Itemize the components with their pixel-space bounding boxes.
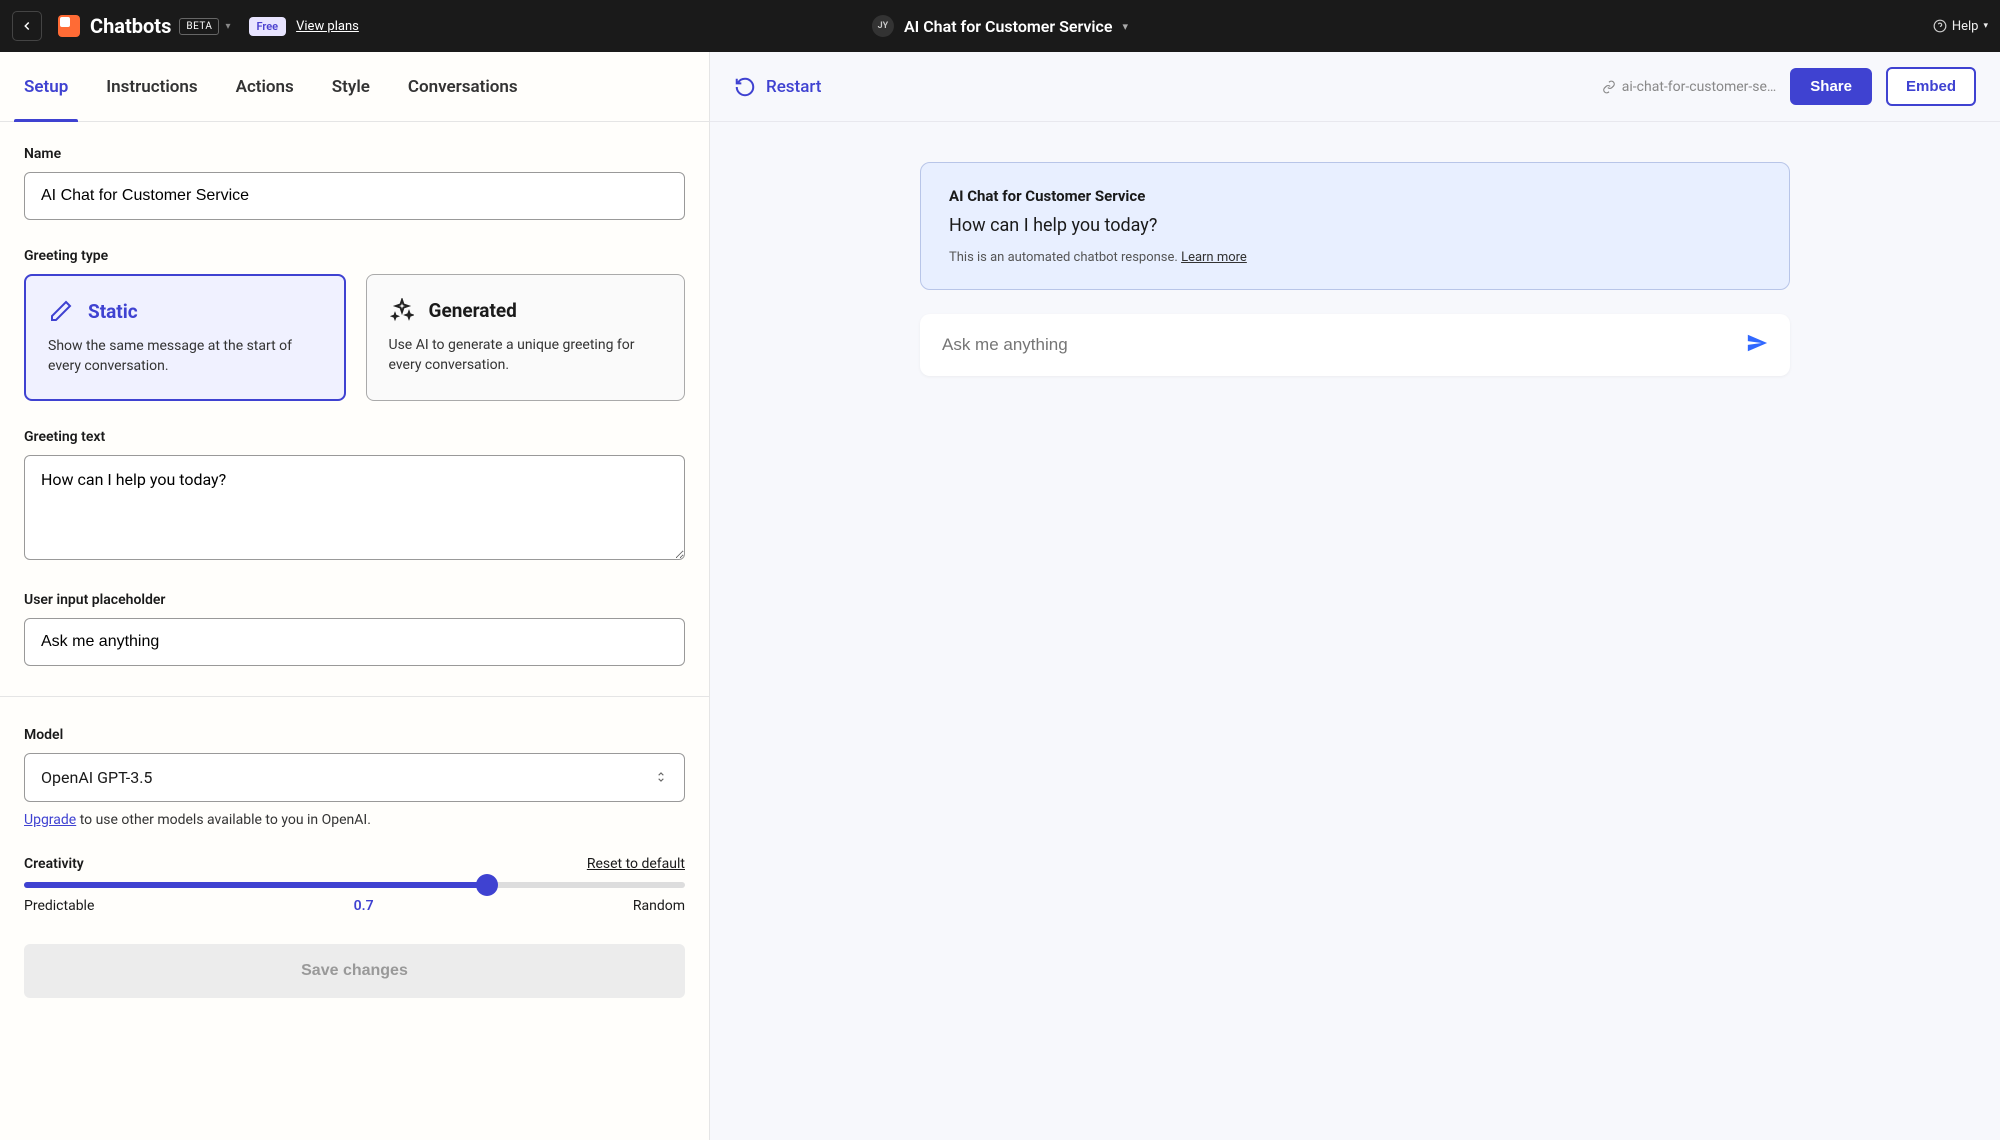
top-bar: Chatbots BETA ▾ Free View plans JY AI Ch… [0,0,2000,52]
static-card-title: Static [88,300,138,323]
placeholder-label: User input placeholder [24,592,685,608]
learn-more-link[interactable]: Learn more [1181,250,1247,265]
model-label: Model [24,727,685,743]
preview-greeting-message: How can I help you today? [949,215,1761,236]
chevron-down-icon: ▾ [1983,21,1988,31]
model-value: OpenAI GPT-3.5 [41,768,152,787]
greeting-text-input[interactable] [24,455,685,560]
select-chevron-icon [654,768,668,786]
creativity-slider[interactable] [24,882,685,888]
restart-label: Restart [766,77,821,97]
beta-badge: BETA [179,18,219,35]
slug-text: ai-chat-for-customer-se… [1622,79,1777,95]
app-logo-icon [58,15,80,37]
preview-bot-name: AI Chat for Customer Service [949,187,1761,205]
greeting-type-static-card[interactable]: Static Show the same message at the star… [24,274,346,401]
model-select[interactable]: OpenAI GPT-3.5 [24,753,685,802]
restart-button[interactable]: Restart [734,76,821,98]
preview-footer: This is an automated chatbot response. L… [949,250,1761,265]
chatbot-slug[interactable]: ai-chat-for-customer-se… [1602,79,1777,95]
preview-footer-text: This is an automated chatbot response. [949,250,1181,265]
back-button[interactable] [12,11,42,41]
tab-bar: Setup Instructions Actions Style Convers… [0,52,709,122]
chevron-down-icon[interactable]: ▾ [225,21,230,32]
help-icon [1933,19,1947,33]
greeting-preview-card: AI Chat for Customer Service How can I h… [920,162,1790,290]
project-switcher[interactable]: JY AI Chat for Customer Service ▾ [872,15,1128,37]
help-label: Help [1952,19,1979,34]
pencil-icon [48,298,74,324]
preview-panel: Restart ai-chat-for-customer-se… Share E… [710,52,2000,1140]
greeting-text-label: Greeting text [24,429,685,445]
section-divider [0,696,709,697]
arrow-left-icon [20,19,34,33]
send-icon [1746,332,1768,354]
restart-icon [734,76,756,98]
view-plans-link[interactable]: View plans [296,19,359,34]
slider-value: 0.7 [354,898,374,914]
tab-actions[interactable]: Actions [236,52,294,121]
help-link[interactable]: Help ▾ [1933,19,1988,34]
slider-min-label: Predictable [24,898,94,914]
tab-setup[interactable]: Setup [24,52,68,121]
app-name: Chatbots [90,14,171,38]
generated-card-title: Generated [429,299,517,322]
upgrade-link[interactable]: Upgrade [24,812,76,828]
name-label: Name [24,146,685,162]
greeting-type-generated-card[interactable]: Generated Use AI to generate a unique gr… [366,274,686,401]
tab-style[interactable]: Style [332,52,370,121]
placeholder-input[interactable] [24,618,685,666]
link-icon [1602,80,1616,94]
name-input[interactable] [24,172,685,220]
generated-card-desc: Use AI to generate a unique greeting for… [389,335,663,376]
save-changes-button[interactable]: Save changes [24,944,685,998]
setup-panel: Setup Instructions Actions Style Convers… [0,52,710,1140]
static-card-desc: Show the same message at the start of ev… [48,336,322,377]
slider-thumb[interactable] [476,874,498,896]
sparkle-icon [389,297,415,323]
upgrade-hint-text: to use other models available to you in … [76,812,371,828]
preview-chat-input[interactable] [942,335,1746,355]
avatar: JY [872,15,894,37]
upgrade-hint: Upgrade to use other models available to… [24,812,685,828]
tab-instructions[interactable]: Instructions [106,52,197,121]
reset-to-default-link[interactable]: Reset to default [587,856,685,872]
slider-fill [24,882,487,888]
embed-button[interactable]: Embed [1886,67,1976,106]
plan-badge: Free [249,17,287,36]
share-button[interactable]: Share [1790,68,1872,105]
greeting-type-label: Greeting type [24,248,685,264]
preview-chat-input-container [920,314,1790,376]
project-name: AI Chat for Customer Service [904,17,1113,36]
chevron-down-icon: ▾ [1123,20,1129,33]
creativity-label: Creativity [24,856,84,872]
tab-conversations[interactable]: Conversations [408,52,518,121]
slider-max-label: Random [633,898,685,914]
send-button[interactable] [1746,332,1768,358]
